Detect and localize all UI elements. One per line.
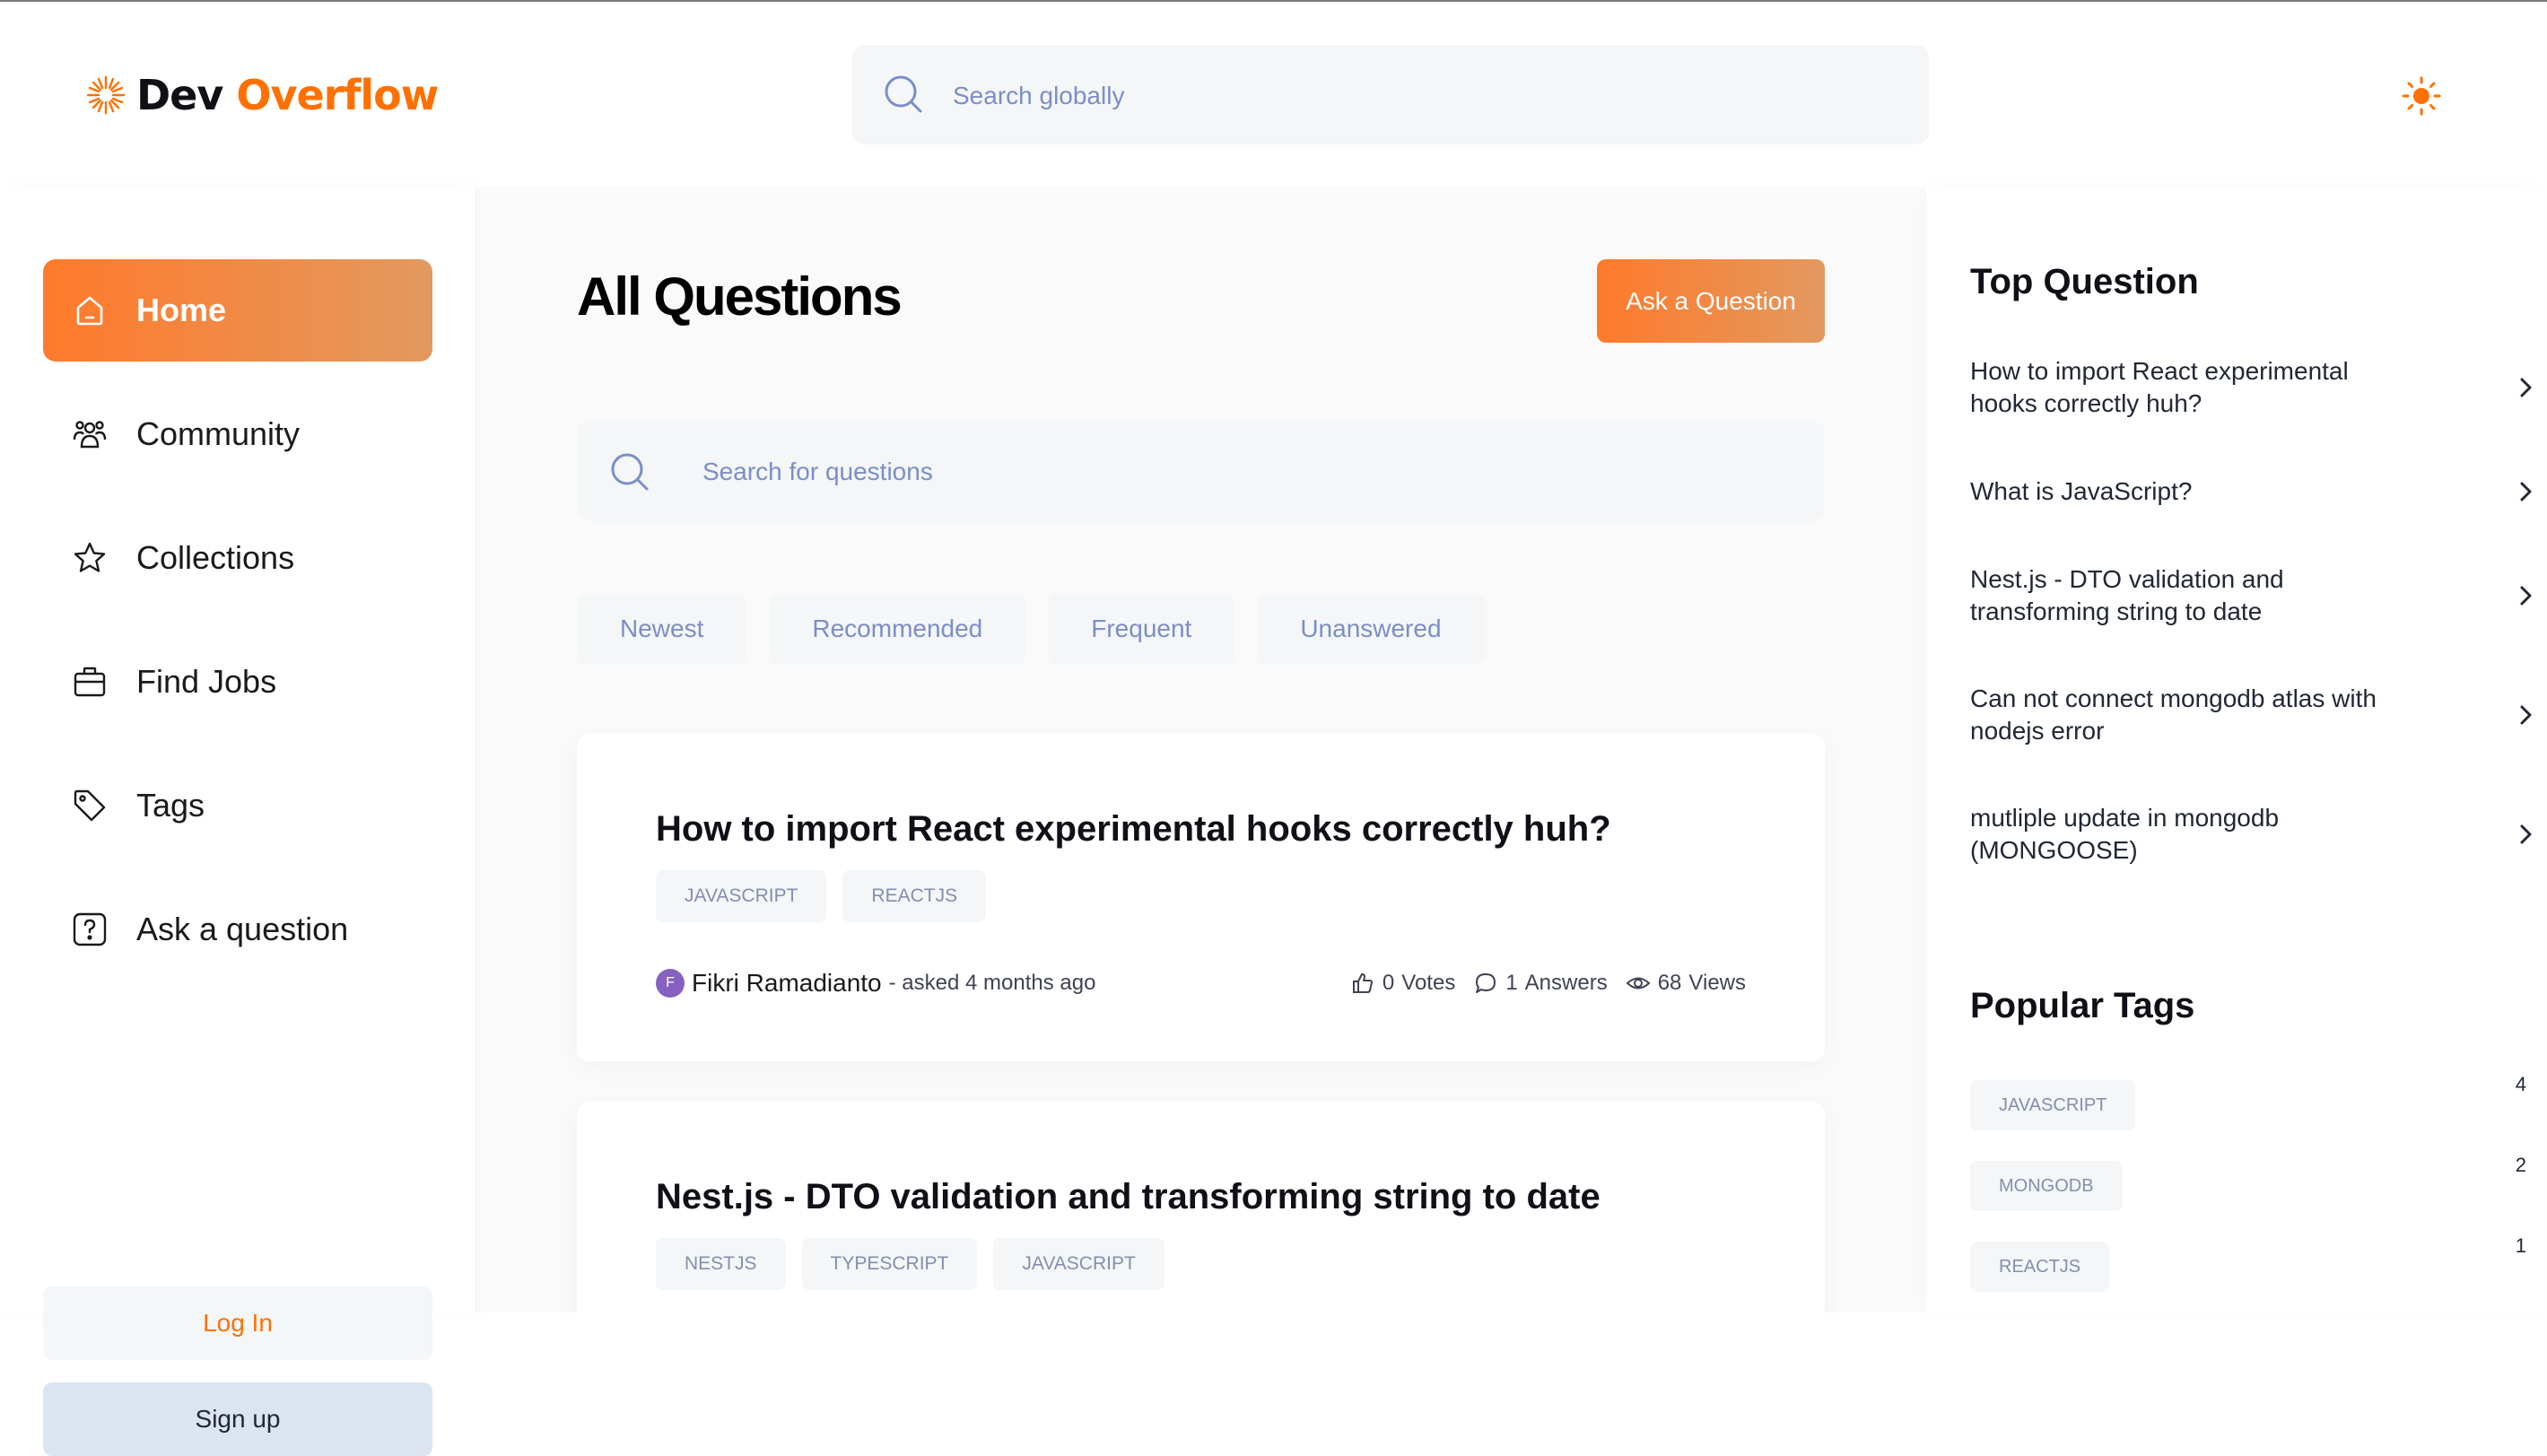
filter-tabs: Newest Recommended Frequent Unanswered xyxy=(577,593,1485,665)
answers-label: Answers xyxy=(1524,971,1608,995)
global-search-bar xyxy=(852,45,1929,146)
question-title-link[interactable]: Nest.js - DTO validation and transformin… xyxy=(656,1177,1601,1217)
top-question-item[interactable]: Nest.js - DTO validation and transformin… xyxy=(1970,563,2532,628)
sidebar-item-ask-question[interactable]: Ask a question xyxy=(43,878,432,981)
top-question-item[interactable]: How to import React experimental hooks c… xyxy=(1970,355,2532,420)
home-icon xyxy=(72,292,108,328)
top-question-text: What is JavaScript? xyxy=(1970,477,2193,505)
star-icon xyxy=(72,540,108,576)
question-card: How to import React experimental hooks c… xyxy=(577,734,1825,1061)
main-content: All Questions Ask a Question Newest Reco… xyxy=(476,187,1926,1312)
sidebar-item-label: Find Jobs xyxy=(136,663,277,700)
views-count: 68 xyxy=(1657,971,1682,995)
theme-toggle-button[interactable] xyxy=(2397,72,2446,120)
top-question-text: mutliple update in mongodb (MONGOOSE) xyxy=(1970,804,2280,864)
filter-frequent[interactable]: Frequent xyxy=(1048,593,1235,665)
chevron-right-icon xyxy=(2520,586,2532,606)
top-question-text: Can not connect mongodb atlas with nodej… xyxy=(1970,684,2377,745)
chevron-right-icon xyxy=(2520,378,2532,397)
votes-count: 0 xyxy=(1382,971,1395,995)
page-title: All Questions xyxy=(577,266,903,327)
tag-chip[interactable]: REACTJS xyxy=(842,870,987,922)
sidebar-item-label: Tags xyxy=(136,787,205,824)
tag-chip[interactable]: REACTJS xyxy=(1970,1242,2110,1292)
search-icon xyxy=(611,453,649,491)
top-question-item[interactable]: What is JavaScript? xyxy=(1970,475,2532,508)
tag-count: 2 xyxy=(2515,1154,2526,1176)
popular-tag-row: MONGODB 2 xyxy=(1970,1154,2526,1211)
question-tags: NESTJS TYPESCRIPT JAVASCRIPT xyxy=(656,1238,1164,1290)
filter-recommended[interactable]: Recommended xyxy=(769,593,1026,665)
question-meta: F Fikri Ramadianto - asked 4 months ago … xyxy=(656,965,1746,1001)
popular-tag-row: JAVASCRIPT 4 xyxy=(1970,1073,2526,1130)
tag-chip[interactable]: MONGODB xyxy=(1970,1161,2123,1211)
author-name[interactable]: Fikri Ramadianto xyxy=(692,969,882,998)
search-icon xyxy=(885,75,922,113)
votes-stat: 0 Votes xyxy=(1350,971,1455,996)
sidebar-item-label: Ask a question xyxy=(136,911,349,947)
sidebar-item-collections[interactable]: Collections xyxy=(43,507,432,609)
answers-stat: 1 Answers xyxy=(1473,971,1608,996)
sidebar-item-label: Home xyxy=(136,292,227,328)
sidebar-item-community[interactable]: Community xyxy=(43,383,432,485)
tag-chip[interactable]: TYPESCRIPT xyxy=(801,1238,978,1290)
top-questions-heading: Top Question xyxy=(1970,262,2199,301)
views-stat: 68 Views xyxy=(1626,971,1746,996)
signup-button[interactable]: Sign up xyxy=(43,1382,432,1456)
left-sidebar: Home Community Collections Find Jobs Tag… xyxy=(0,187,476,1456)
question-stats: 0 Votes 1 Answers 68 Views xyxy=(1350,971,1746,996)
users-icon xyxy=(72,416,108,452)
thumbs-up-icon xyxy=(1352,973,1373,993)
tag-icon xyxy=(72,788,108,824)
answers-count: 1 xyxy=(1505,971,1518,995)
tag-count: 1 xyxy=(2515,1234,2526,1257)
asked-time: - asked 4 months ago xyxy=(888,971,1096,995)
question-search-input[interactable] xyxy=(701,421,1781,523)
question-card: Nest.js - DTO validation and transformin… xyxy=(577,1102,1825,1312)
chevron-right-icon xyxy=(2520,824,2532,844)
message-circle-icon xyxy=(1476,973,1496,993)
filter-newest[interactable]: Newest xyxy=(577,593,747,665)
question-tags: JAVASCRIPT REACTJS xyxy=(656,870,987,922)
sidebar-item-home[interactable]: Home xyxy=(43,259,432,362)
login-button[interactable]: Log In xyxy=(43,1286,432,1360)
chevron-right-icon xyxy=(2520,482,2532,501)
logo-text-overflow: Overflow xyxy=(236,71,439,119)
tag-count: 4 xyxy=(2515,1073,2526,1095)
sun-icon xyxy=(2402,76,2441,116)
logo-text: Dev Overflow xyxy=(136,71,439,119)
views-label: Views xyxy=(1688,971,1746,995)
popular-tag-row: REACTJS 1 xyxy=(1970,1234,2526,1292)
ask-question-button[interactable]: Ask a Question xyxy=(1597,259,1825,343)
eye-icon xyxy=(1626,977,1651,990)
question-icon xyxy=(72,911,108,947)
top-question-item[interactable]: Can not connect mongodb atlas with nodej… xyxy=(1970,683,2532,747)
sidebar-item-label: Collections xyxy=(136,539,295,576)
logo[interactable]: Dev Overflow xyxy=(84,68,439,122)
question-title-link[interactable]: How to import React experimental hooks c… xyxy=(656,809,1611,850)
filter-unanswered[interactable]: Unanswered xyxy=(1257,593,1485,665)
chevron-right-icon xyxy=(2520,705,2532,725)
sidebar-item-label: Community xyxy=(136,415,301,452)
top-question-text: Nest.js - DTO validation and transformin… xyxy=(1970,565,2284,625)
logo-text-dev: Dev xyxy=(136,71,223,119)
global-search-input[interactable] xyxy=(951,45,1888,146)
sidebar-item-tags[interactable]: Tags xyxy=(43,754,432,857)
popular-tags-heading: Popular Tags xyxy=(1970,986,2195,1025)
tag-chip[interactable]: JAVASCRIPT xyxy=(656,870,827,922)
sidebar-item-find-jobs[interactable]: Find Jobs xyxy=(43,631,432,733)
right-sidebar: Top Question How to import React experim… xyxy=(1927,187,2547,1312)
top-question-item[interactable]: mutliple update in mongodb (MONGOOSE) xyxy=(1970,802,2532,867)
logo-sunburst-icon xyxy=(86,75,126,115)
top-navbar: Dev Overflow xyxy=(0,2,2547,187)
votes-label: Votes xyxy=(1401,971,1456,995)
question-search-bar xyxy=(577,421,1825,523)
tag-chip[interactable]: NESTJS xyxy=(656,1238,786,1290)
avatar[interactable]: F xyxy=(656,969,685,998)
tag-chip[interactable]: JAVASCRIPT xyxy=(993,1238,1164,1290)
briefcase-icon xyxy=(72,664,108,700)
top-question-text: How to import React experimental hooks c… xyxy=(1970,357,2349,417)
tag-chip[interactable]: JAVASCRIPT xyxy=(1970,1080,2136,1130)
